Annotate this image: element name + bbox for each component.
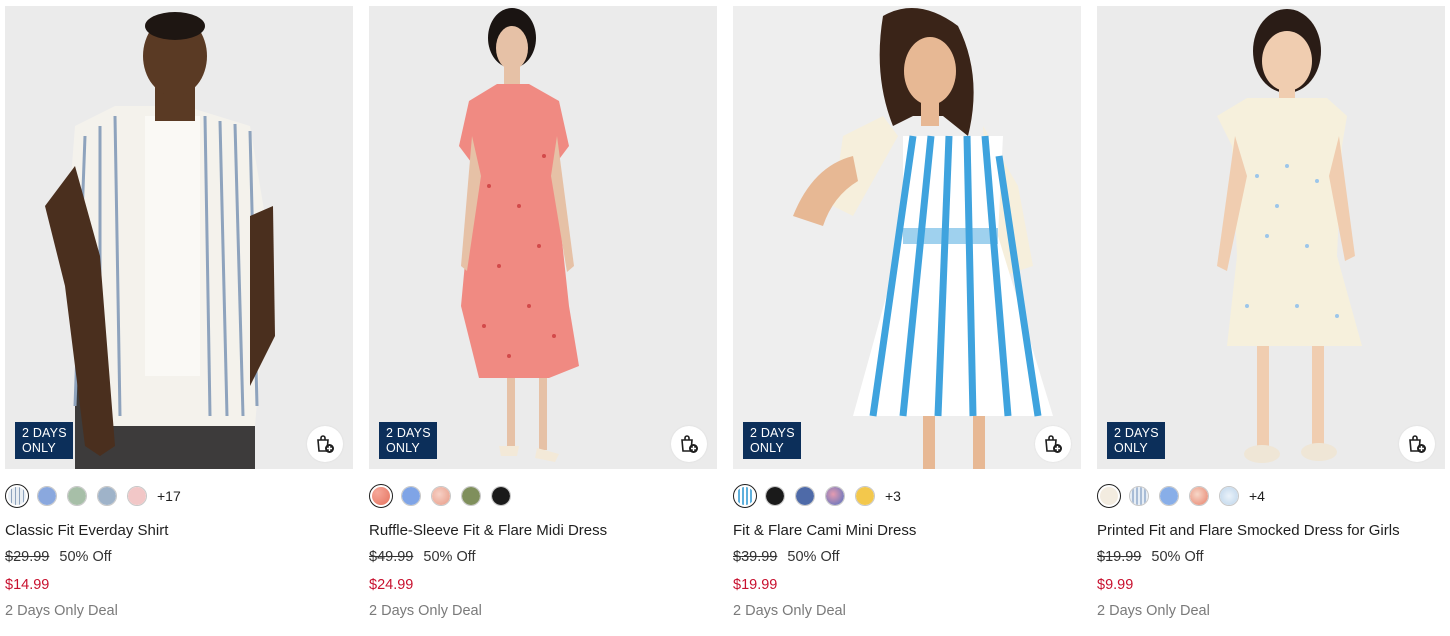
badge-line1: 2 DAYS <box>750 426 795 440</box>
badge-line2: ONLY <box>386 441 420 455</box>
add-to-bag-button[interactable] <box>1399 426 1435 462</box>
more-colors-link[interactable]: +3 <box>885 488 901 504</box>
swatch-selected[interactable] <box>5 484 29 508</box>
product-card: 2 DAYS ONLY Ruffle-Sleeve Fit & Flare Mi… <box>369 6 717 630</box>
product-card: 2 DAYS ONLY +3 Fit & Flare Cami Mini Dre… <box>733 6 1081 630</box>
badge-line1: 2 DAYS <box>1114 426 1159 440</box>
swatch[interactable] <box>97 486 117 506</box>
add-to-bag-icon <box>1409 435 1426 453</box>
product-image[interactable]: 2 DAYS ONLY <box>733 6 1081 469</box>
badge-line2: ONLY <box>750 441 784 455</box>
product-image[interactable]: 2 DAYS ONLY <box>5 6 353 469</box>
color-swatches: +17 <box>5 484 181 508</box>
swatch[interactable] <box>491 486 511 506</box>
product-grid: 2 DAYS ONLY +17 Classic Fit Everday Shir… <box>5 6 1445 630</box>
original-price: $39.99 <box>733 549 778 565</box>
deal-text: 2 Days Only Deal <box>733 603 846 619</box>
deal-text: 2 Days Only Deal <box>5 603 118 619</box>
swatch[interactable] <box>855 486 875 506</box>
product-image[interactable]: 2 DAYS ONLY <box>369 6 717 469</box>
color-swatches: +4 <box>1097 484 1265 508</box>
deal-text: 2 Days Only Deal <box>1097 603 1210 619</box>
more-colors-link[interactable]: +4 <box>1249 488 1265 504</box>
price-row: $19.99 50% Off <box>1097 549 1204 565</box>
original-price: $19.99 <box>1097 549 1142 565</box>
limited-time-badge: 2 DAYS ONLY <box>1107 422 1165 459</box>
swatch[interactable] <box>1159 486 1179 506</box>
add-to-bag-icon <box>1045 435 1062 453</box>
discount-label: 50% Off <box>59 549 112 565</box>
model-photo <box>1097 6 1445 469</box>
swatch[interactable] <box>127 486 147 506</box>
price-row: $39.99 50% Off <box>733 549 840 565</box>
product-image[interactable]: 2 DAYS ONLY <box>1097 6 1445 469</box>
swatch[interactable] <box>825 486 845 506</box>
more-colors-link[interactable]: +17 <box>157 488 181 504</box>
badge-line2: ONLY <box>22 441 56 455</box>
product-title[interactable]: Fit & Flare Cami Mini Dress <box>733 522 916 539</box>
product-title[interactable]: Classic Fit Everday Shirt <box>5 522 168 539</box>
swatch[interactable] <box>401 486 421 506</box>
badge-line2: ONLY <box>1114 441 1148 455</box>
limited-time-badge: 2 DAYS ONLY <box>15 422 73 459</box>
discount-label: 50% Off <box>423 549 476 565</box>
limited-time-badge: 2 DAYS ONLY <box>743 422 801 459</box>
swatch[interactable] <box>1189 486 1209 506</box>
swatch[interactable] <box>67 486 87 506</box>
badge-line1: 2 DAYS <box>386 426 431 440</box>
add-to-bag-button[interactable] <box>1035 426 1071 462</box>
badge-line1: 2 DAYS <box>22 426 67 440</box>
limited-time-badge: 2 DAYS ONLY <box>379 422 437 459</box>
sale-price: $9.99 <box>1097 577 1134 593</box>
swatch[interactable] <box>795 486 815 506</box>
original-price: $49.99 <box>369 549 414 565</box>
swatch[interactable] <box>37 486 57 506</box>
swatch-selected[interactable] <box>369 484 393 508</box>
add-to-bag-icon <box>317 435 334 453</box>
add-to-bag-button[interactable] <box>671 426 707 462</box>
swatch[interactable] <box>765 486 785 506</box>
product-title[interactable]: Printed Fit and Flare Smocked Dress for … <box>1097 522 1400 539</box>
sale-price: $24.99 <box>369 577 414 593</box>
add-to-bag-button[interactable] <box>307 426 343 462</box>
model-photo <box>369 6 717 469</box>
swatch[interactable] <box>1219 486 1239 506</box>
color-swatches: +3 <box>733 484 901 508</box>
deal-text: 2 Days Only Deal <box>369 603 482 619</box>
add-to-bag-icon <box>681 435 698 453</box>
color-swatches <box>369 484 521 508</box>
model-photo <box>5 6 353 469</box>
product-title[interactable]: Ruffle-Sleeve Fit & Flare Midi Dress <box>369 522 607 539</box>
price-row: $29.99 50% Off <box>5 549 112 565</box>
swatch[interactable] <box>461 486 481 506</box>
swatch[interactable] <box>431 486 451 506</box>
swatch-selected[interactable] <box>1097 484 1121 508</box>
sale-price: $19.99 <box>733 577 778 593</box>
price-row: $49.99 50% Off <box>369 549 476 565</box>
sale-price: $14.99 <box>5 577 50 593</box>
model-photo <box>733 6 1081 469</box>
swatch-selected[interactable] <box>733 484 757 508</box>
discount-label: 50% Off <box>1151 549 1204 565</box>
discount-label: 50% Off <box>787 549 840 565</box>
product-card: 2 DAYS ONLY +17 Classic Fit Everday Shir… <box>5 6 353 630</box>
swatch[interactable] <box>1129 486 1149 506</box>
product-card: 2 DAYS ONLY +4 Printed Fit and Flare Smo… <box>1097 6 1445 630</box>
original-price: $29.99 <box>5 549 50 565</box>
